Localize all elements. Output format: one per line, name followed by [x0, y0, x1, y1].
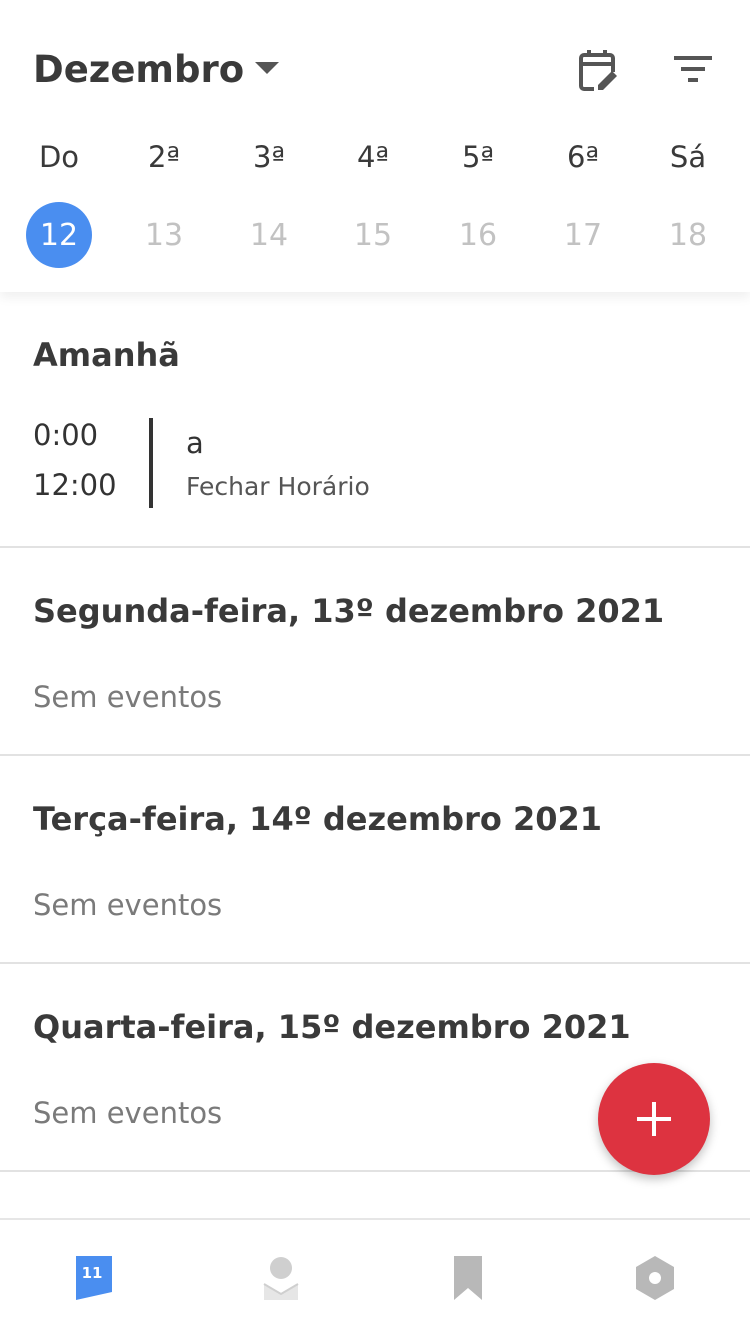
add-event-button[interactable] [598, 1063, 710, 1175]
month-dropdown-caret-icon[interactable] [255, 62, 279, 74]
weekday-label: 5ª [461, 140, 495, 174]
date-cell[interactable]: 17 [550, 202, 616, 268]
calendar-edit-icon[interactable] [574, 46, 624, 96]
weekday-label: 3ª [252, 140, 286, 174]
month-title[interactable]: Dezembro [33, 48, 244, 91]
calendar-flag-icon: 11 [75, 1256, 112, 1300]
section-title: Terça-feira, 14º dezembro 2021 [33, 800, 603, 838]
calendar-header: Dezembro Do 2ª 3ª 4ª 5ª 6ª Sá 12 13 14 1… [0, 0, 750, 292]
weekday-label: 4ª [356, 140, 390, 174]
agenda-section-tomorrow: Amanhã 0:00 12:00 a Fechar Horário [0, 292, 750, 548]
date-cell[interactable]: 14 [236, 202, 302, 268]
event-start-time: 0:00 [33, 418, 99, 452]
bookmark-icon [453, 1256, 482, 1300]
agenda-section-day: Terça-feira, 14º dezembro 2021 Sem event… [0, 756, 750, 964]
weekday-label: Sá [669, 140, 707, 174]
date-cell[interactable]: 15 [340, 202, 406, 268]
empty-state-text: Sem eventos [33, 1096, 223, 1130]
empty-state-text: Sem eventos [33, 680, 223, 714]
empty-state-text: Sem eventos [33, 888, 223, 922]
event-end-time: 12:00 [33, 468, 117, 502]
contact-icon [262, 1257, 299, 1300]
event-divider [149, 418, 153, 508]
section-title: Segunda-feira, 13º dezembro 2021 [33, 592, 665, 630]
date-row: 12 13 14 15 16 17 18 [0, 202, 750, 268]
nav-tab-settings[interactable] [561, 1220, 748, 1334]
event-item[interactable]: 0:00 12:00 a Fechar Horário [0, 418, 750, 512]
agenda-section-day: Segunda-feira, 13º dezembro 2021 Sem eve… [0, 548, 750, 756]
section-title: Quarta-feira, 15º dezembro 2021 [33, 1008, 631, 1046]
weekday-label: Do [38, 140, 80, 174]
weekday-row: Do 2ª 3ª 4ª 5ª 6ª Sá [0, 140, 750, 184]
event-title: a [186, 426, 204, 460]
filter-icon[interactable] [672, 50, 716, 90]
nav-tab-calendar[interactable]: 11 [0, 1220, 187, 1334]
date-cell[interactable]: 16 [445, 202, 511, 268]
date-cell-selected[interactable]: 12 [26, 202, 92, 268]
event-subtitle: Fechar Horário [186, 472, 370, 501]
calendar-badge-number: 11 [81, 1264, 102, 1282]
bottom-navigation: 11 [0, 1218, 750, 1334]
weekday-label: 6ª [566, 140, 600, 174]
nav-tab-contacts[interactable] [187, 1220, 374, 1334]
nav-tab-bookmarks[interactable] [374, 1220, 561, 1334]
date-cell[interactable]: 18 [655, 202, 721, 268]
section-title: Amanhã [33, 336, 180, 374]
settings-hexagon-icon [635, 1256, 674, 1300]
weekday-label: 2ª [147, 140, 181, 174]
date-cell[interactable]: 13 [131, 202, 197, 268]
